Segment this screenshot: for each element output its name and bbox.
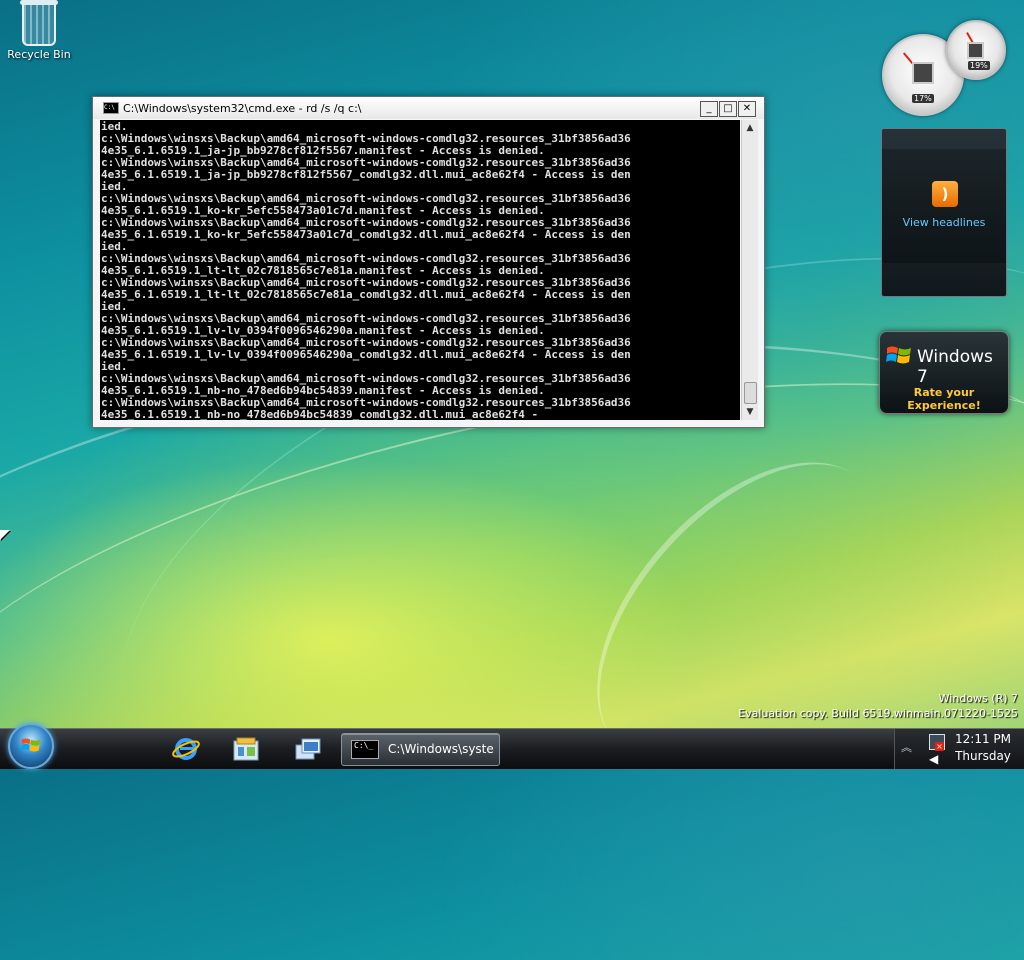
- window-controls: _ □ ✕: [699, 101, 756, 117]
- memory-percent: 19%: [968, 61, 990, 70]
- internet-explorer-icon[interactable]: [171, 735, 201, 763]
- switch-windows-icon[interactable]: [293, 735, 323, 763]
- maximize-button[interactable]: □: [719, 101, 737, 117]
- windows7-gadget-title: Windows 7: [917, 347, 993, 387]
- clock-day: Thursday: [955, 749, 1011, 763]
- rate-experience-link[interactable]: Rate your Experience!: [880, 386, 1008, 412]
- feed-headlines-gadget[interactable]: ) View headlines: [881, 128, 1007, 297]
- cmd-icon: C:\_: [351, 740, 379, 759]
- build-watermark: Windows (R) 7 Evaluation copy. Build 651…: [738, 691, 1018, 721]
- console-output: ied. c:\Windows\winsxs\Backup\amd64_micr…: [101, 120, 631, 421]
- rss-icon: ): [932, 181, 958, 207]
- build-watermark-line1: Windows (R) 7: [938, 692, 1018, 705]
- scroll-down-arrow-icon[interactable]: ▼: [742, 404, 758, 420]
- scroll-up-arrow-icon[interactable]: ▲: [742, 120, 758, 136]
- cpu-percent: 17%: [912, 94, 934, 103]
- cmd-icon: C:\: [103, 102, 119, 114]
- show-hidden-icons-chevron-icon[interactable]: ︽: [901, 739, 912, 755]
- taskbar: C:\_ C:\Windows\syster ︽ × ◀ 12:11 PM Th…: [0, 723, 1024, 769]
- windows-flag-icon: [21, 738, 41, 752]
- network-error-icon: ×: [935, 742, 944, 751]
- memory-meter-gadget[interactable]: 19%: [946, 20, 1006, 80]
- view-headlines-link[interactable]: View headlines: [882, 216, 1006, 229]
- start-button[interactable]: [8, 723, 54, 769]
- cmd-window[interactable]: C:\ C:\Windows\system32\cmd.exe - rd /s …: [92, 96, 765, 428]
- build-watermark-line2: Evaluation copy. Build 6519.winmain.0712…: [738, 707, 1018, 720]
- taskbar-button-label: C:\Windows\syster: [388, 742, 494, 756]
- mouse-cursor-icon: [0, 530, 10, 540]
- scrollbar-thumb[interactable]: [744, 382, 757, 404]
- taskbar-button-cmd[interactable]: C:\_ C:\Windows\syster: [341, 733, 500, 766]
- clock-time: 12:11 PM: [955, 732, 1011, 746]
- volume-icon[interactable]: ◀: [929, 752, 938, 766]
- cmd-window-title: C:\Windows\system32\cmd.exe - rd /s /q c…: [123, 101, 362, 115]
- minimize-button[interactable]: _: [700, 101, 718, 117]
- system-tray: ︽ × ◀ 12:11 PM Thursday: [894, 729, 1024, 769]
- close-button[interactable]: ✕: [738, 101, 756, 117]
- windows-explorer-icon[interactable]: [231, 735, 261, 763]
- windows-flag-icon: [886, 346, 911, 364]
- windows7-gadget[interactable]: Windows 7 Rate your Experience!: [879, 331, 1009, 414]
- console-output-area[interactable]: ied. c:\Windows\winsxs\Backup\amd64_micr…: [100, 120, 740, 420]
- console-scrollbar[interactable]: ▲ ▼: [741, 120, 758, 420]
- memory-chip-icon: [967, 42, 984, 59]
- cmd-titlebar[interactable]: C:\ C:\Windows\system32\cmd.exe - rd /s …: [93, 97, 764, 119]
- recycle-bin-icon: [20, 0, 58, 46]
- recycle-bin-shortcut[interactable]: Recycle Bin: [6, 0, 72, 61]
- recycle-bin-label: Recycle Bin: [7, 48, 71, 61]
- cpu-chip-icon: [912, 62, 934, 84]
- clock[interactable]: 12:11 PM Thursday: [953, 731, 1013, 765]
